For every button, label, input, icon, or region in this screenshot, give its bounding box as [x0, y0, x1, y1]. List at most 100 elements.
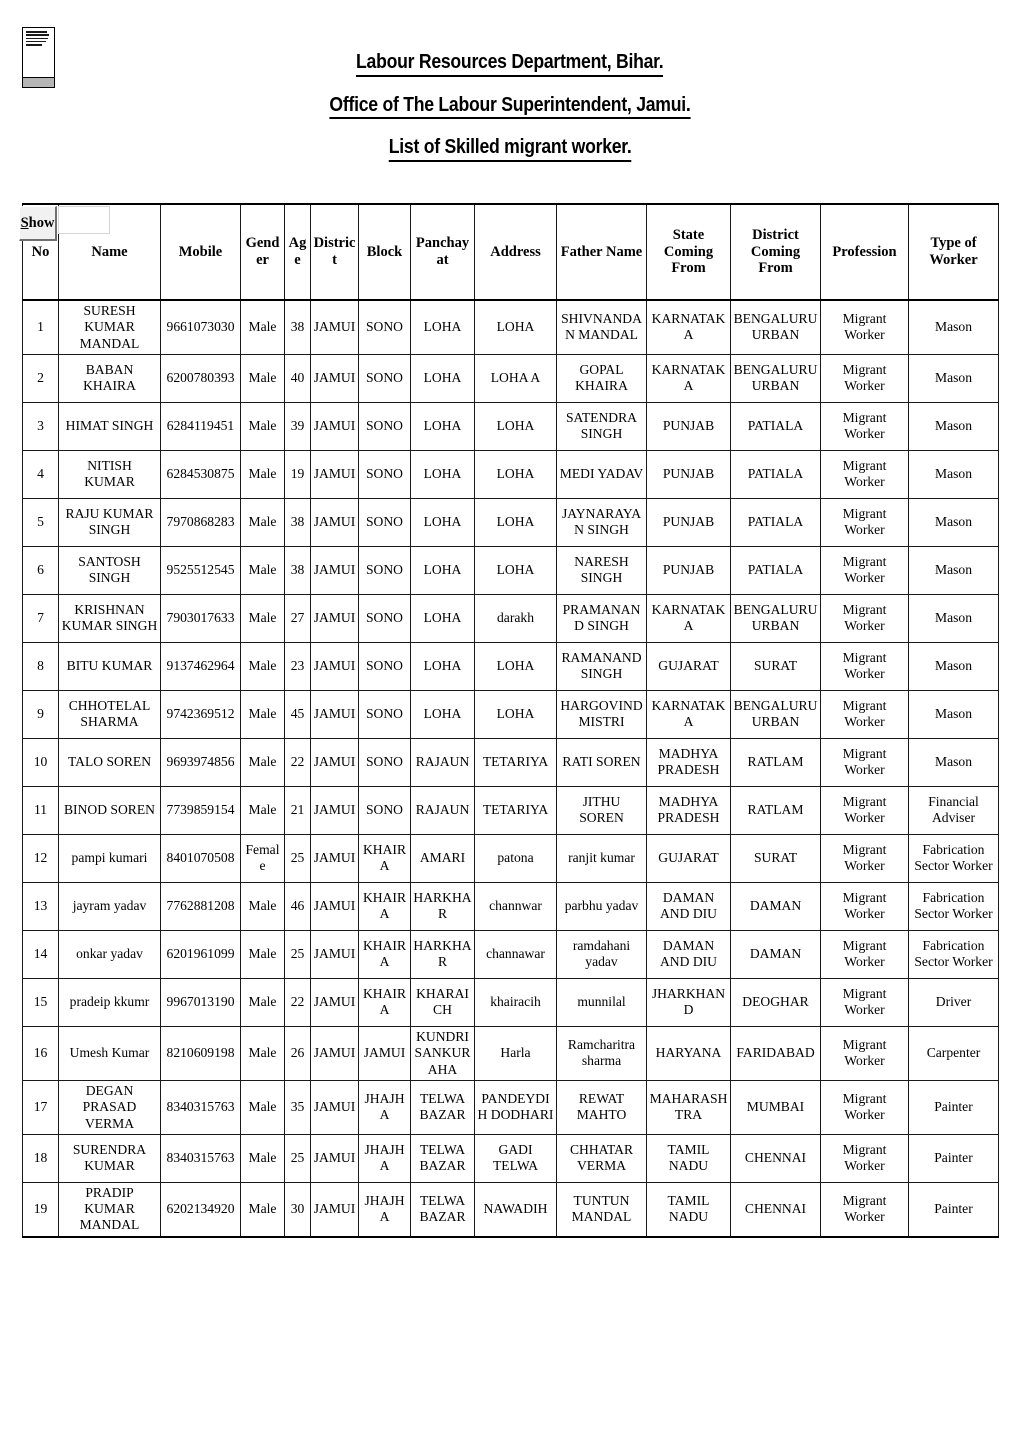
column-header-gender[interactable]: Gender — [240, 203, 285, 301]
column-header-block[interactable]: Block — [358, 203, 411, 301]
cell-name: BINOD SOREN — [58, 785, 161, 835]
cell-state-coming-from: PUNJAB — [646, 545, 731, 595]
cell-age: 40 — [284, 353, 311, 403]
cell-panchayat: AMARI — [410, 833, 475, 883]
cell-block: SONO — [358, 785, 411, 835]
cell-district-coming-from: PATIALA — [730, 497, 821, 547]
column-header-age[interactable]: Age — [284, 203, 311, 301]
cell-gender: Male — [240, 641, 285, 691]
cell-panchayat: LOHA — [410, 449, 475, 499]
cell-gender: Male — [240, 881, 285, 931]
cell-father-name: CHHATAR VERMA — [556, 1133, 647, 1183]
cell-mobile: 8401070508 — [160, 833, 241, 883]
cell-type-of-worker: Driver — [908, 977, 999, 1027]
cell-district: JAMUI — [310, 881, 359, 931]
cell-district: JAMUI — [310, 689, 359, 739]
cell-type-of-worker: Fabrication Sector Worker — [908, 833, 999, 883]
cell-type-of-worker: Mason — [908, 449, 999, 499]
column-header-father-name[interactable]: Father Name — [556, 203, 647, 301]
cell-district: JAMUI — [310, 299, 359, 355]
cell-type-of-worker: Mason — [908, 593, 999, 643]
cell-age: 38 — [284, 299, 311, 355]
column-header-state-from[interactable]: State Coming From — [646, 203, 731, 301]
cell-block: JHAJHA — [358, 1133, 411, 1183]
cell-name: BITU KUMAR — [58, 641, 161, 691]
cell-father-name: SHIVNANDAN MANDAL — [556, 299, 647, 355]
cell-father-name: TUNTUN MANDAL — [556, 1181, 647, 1238]
column-header-mobile[interactable]: Mobile — [160, 203, 241, 301]
show-button-accesskey: S — [20, 215, 29, 231]
cell-profession: Migrant Worker — [820, 833, 909, 883]
cell-panchayat: HARKHAR — [410, 881, 475, 931]
cell-panchayat: LOHA — [410, 401, 475, 451]
cell-district: JAMUI — [310, 929, 359, 979]
cell-mobile: 9967013190 — [160, 977, 241, 1027]
cell-gender: Male — [240, 401, 285, 451]
cell-no: 8 — [22, 641, 59, 691]
cell-father-name: GOPAL KHAIRA — [556, 353, 647, 403]
cell-profession: Migrant Worker — [820, 545, 909, 595]
column-header-profession[interactable]: Profession — [820, 203, 909, 301]
cell-block: SONO — [358, 353, 411, 403]
cell-profession: Migrant Worker — [820, 401, 909, 451]
cell-no: 12 — [22, 833, 59, 883]
cell-name: TALO SOREN — [58, 737, 161, 787]
cell-type-of-worker: Mason — [908, 353, 999, 403]
cell-state-coming-from: HARYANA — [646, 1025, 731, 1081]
cell-district: JAMUI — [310, 785, 359, 835]
table-row: 15 pradeip kkumr 9967013190 Male 22 JAMUI KHAI… — [22, 977, 999, 1027]
column-header-address[interactable]: Address — [474, 203, 557, 301]
cell-gender: Male — [240, 449, 285, 499]
cell-no: 5 — [22, 497, 59, 547]
cell-name: DEGAN PRASAD VERMA — [58, 1079, 161, 1135]
cell-district: JAMUI — [310, 545, 359, 595]
cell-gender: Male — [240, 545, 285, 595]
column-header-district-from[interactable]: District Coming From — [730, 203, 821, 301]
cell-state-coming-from: KARNATAKA — [646, 689, 731, 739]
show-input[interactable] — [58, 206, 110, 234]
cell-age: 25 — [284, 1133, 311, 1183]
cell-district-coming-from: SURAT — [730, 641, 821, 691]
column-header-type-of-worker[interactable]: Type of Worker — [908, 203, 999, 301]
cell-name: SURENDRA KUMAR — [58, 1133, 161, 1183]
cell-age: 25 — [284, 929, 311, 979]
cell-type-of-worker: Painter — [908, 1133, 999, 1183]
table-row: 2 BABAN KHAIRA 6200780393 Male 40 JAMUI SONO LO… — [22, 353, 999, 403]
cell-block: SONO — [358, 737, 411, 787]
cell-district: JAMUI — [310, 401, 359, 451]
cell-profession: Migrant Worker — [820, 1133, 909, 1183]
cell-district: JAMUI — [310, 1025, 359, 1081]
cell-block: KHAIRA — [358, 833, 411, 883]
cell-block: KHAIRA — [358, 881, 411, 931]
cell-type-of-worker: Carpenter — [908, 1025, 999, 1081]
cell-district: JAMUI — [310, 833, 359, 883]
cell-state-coming-from: MADHYA PRADESH — [646, 785, 731, 835]
cell-name: Umesh Kumar — [58, 1025, 161, 1081]
cell-panchayat: TELWA BAZAR — [410, 1133, 475, 1183]
cell-name: pradeip kkumr — [58, 977, 161, 1027]
table-row: 14 onkar yadav 6201961099 Male 25 JAMUI KHAIRA… — [22, 929, 999, 979]
cell-no: 18 — [22, 1133, 59, 1183]
table-row: 13 jayram yadav 7762881208 Male 46 JAMUI KHAIR… — [22, 881, 999, 931]
cell-district-coming-from: BENGALURU URBAN — [730, 299, 821, 355]
cell-panchayat: TELWA BAZAR — [410, 1181, 475, 1238]
cell-district-coming-from: SURAT — [730, 833, 821, 883]
column-header-district[interactable]: District — [310, 203, 359, 301]
column-header-panchayat[interactable]: Panchayat — [410, 203, 475, 301]
cell-father-name: parbhu yadav — [556, 881, 647, 931]
table-row: 17 DEGAN PRASAD VERMA 8340315763 Male 35 JAMU… — [22, 1079, 999, 1135]
cell-type-of-worker: Fabrication Sector Worker — [908, 881, 999, 931]
cell-state-coming-from: MAHARASHTRA — [646, 1079, 731, 1135]
cell-no: 11 — [22, 785, 59, 835]
cell-district: JAMUI — [310, 641, 359, 691]
cell-father-name: REWAT MAHTO — [556, 1079, 647, 1135]
show-button[interactable]: Show — [19, 206, 57, 241]
cell-age: 45 — [284, 689, 311, 739]
cell-address: TETARIYA — [474, 785, 557, 835]
table-row: 11 BINOD SOREN 7739859154 Male 21 JAMUI SONO RA… — [22, 785, 999, 835]
cell-address: channwar — [474, 881, 557, 931]
cell-profession: Migrant Worker — [820, 929, 909, 979]
cell-state-coming-from: KARNATAKA — [646, 593, 731, 643]
cell-district: JAMUI — [310, 1079, 359, 1135]
title-line-3: List of Skilled migrant worker. — [0, 136, 1020, 162]
